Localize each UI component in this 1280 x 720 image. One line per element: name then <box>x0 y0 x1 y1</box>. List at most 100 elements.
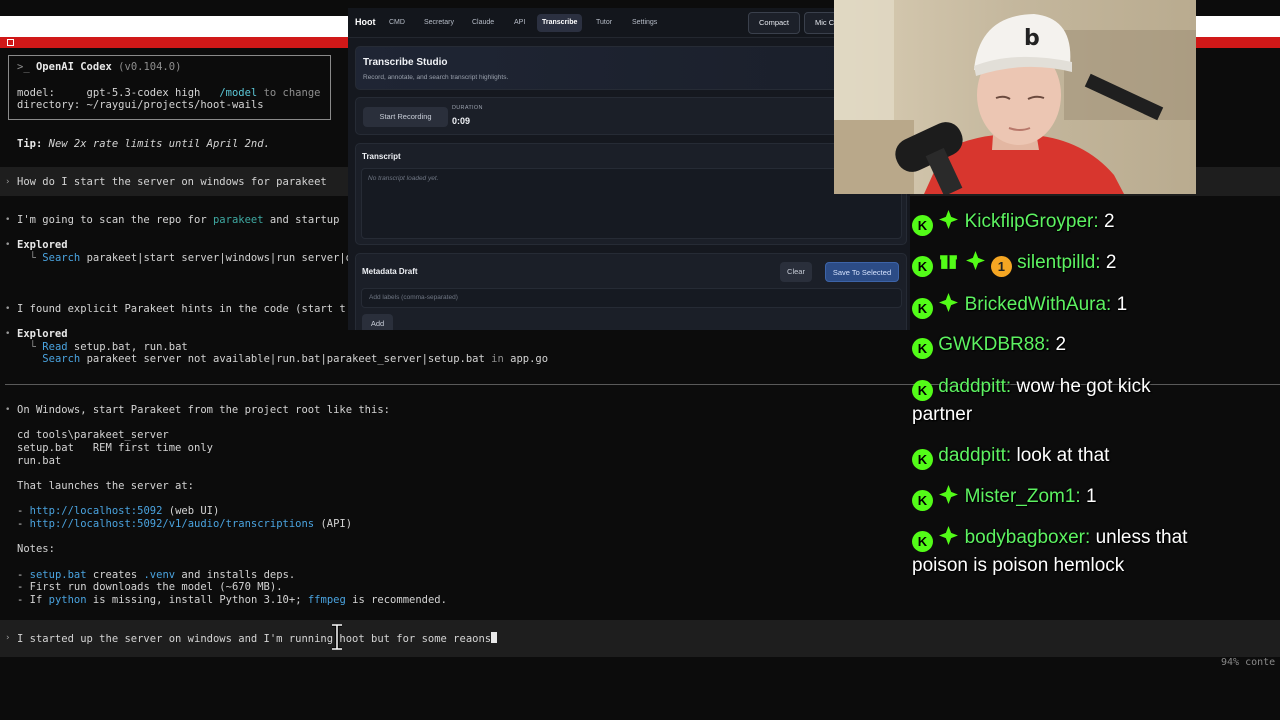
search-argument: parakeet server not available|run.bat|pa… <box>86 353 485 365</box>
bullet-icon: • <box>5 215 11 225</box>
web-ui-link[interactable]: http://localhost:5092 <box>30 505 163 517</box>
tab-settings[interactable]: Settings <box>627 14 662 32</box>
chat-text: 1 <box>1085 486 1097 507</box>
transcript-placeholder: No transcript loaded yet. <box>368 175 439 182</box>
note-1-file: setup.bat <box>29 569 87 581</box>
read-verb: Read <box>42 341 68 353</box>
answer-intro: On Windows, start Parakeet from the proj… <box>17 404 390 416</box>
codex-header-line: >_ OpenAI Codex (v0.104.0) <box>17 61 181 74</box>
url-line-1: - http://localhost:5092 (web UI) <box>17 505 220 517</box>
tab-secretary[interactable]: Secretary <box>419 14 459 32</box>
kick-badge-icon: K <box>912 490 933 511</box>
hoot-app-window[interactable]: Hoot CMD Secretary Claude API Transcribe… <box>348 8 910 330</box>
sparkle-badge-icon <box>939 210 959 229</box>
chat-message: K KickflipGroyper: 2 <box>912 208 1212 236</box>
compact-button[interactable]: Compact <box>748 12 801 34</box>
duration-label: DURATION <box>452 105 483 111</box>
webcam-feed: b <box>834 0 1196 194</box>
model-hint: to change <box>263 87 321 99</box>
save-to-selected-button[interactable]: Save To Selected <box>825 262 899 282</box>
url-line-2: - http://localhost:5092/v1/audio/transcr… <box>17 518 353 530</box>
tab-transcribe[interactable]: Transcribe <box>537 14 583 32</box>
chat-message: K Mister_Zom1: 1 <box>912 483 1212 511</box>
bullet-icon: • <box>5 240 11 250</box>
chat-username: BrickedWithAura: <box>964 294 1112 315</box>
stream-chat-overlay: K KickflipGroyper: 2 K 1 silentpilld: 2 … <box>906 196 1280 620</box>
composer-input-text[interactable]: I started up the server on windows and I… <box>17 633 491 645</box>
model-command: /model <box>219 87 258 99</box>
tab-cmd[interactable]: CMD <box>384 14 410 32</box>
app-version: (v0.104.0) <box>118 61 182 73</box>
window-icon <box>7 39 14 46</box>
start-recording-button[interactable]: Start Recording <box>363 107 448 127</box>
tab-claude[interactable]: Claude <box>467 14 499 32</box>
explored-search-2: Search parakeet server not available|run… <box>17 353 548 366</box>
note-1-rest: and installs deps. <box>181 569 296 581</box>
note-3-rest: is recommended. <box>352 594 447 606</box>
chat-message: K GWKDBR88: 2 <box>912 331 1212 359</box>
studio-subtitle: Record, annotate, and search transcript … <box>363 74 509 81</box>
kick-badge-icon: K <box>912 256 933 277</box>
kick-badge-icon: K <box>912 298 933 319</box>
explored-search-1: └ Search parakeet|start server|windows|r… <box>17 252 359 264</box>
metadata-card: Metadata Draft Clear Save To Selected Ad… <box>355 253 907 330</box>
studio-header-card: Transcribe Studio Record, annotate, and … <box>355 46 907 90</box>
answer-launch: That launches the server at: <box>17 480 195 492</box>
kick-badge-icon: K <box>912 531 933 552</box>
explored-title-1: Explored <box>17 239 68 251</box>
tab-api[interactable]: API <box>509 14 530 32</box>
gift-badge-icon <box>940 255 958 269</box>
explored-title-2: Explored <box>17 328 68 340</box>
transcript-title: Transcript <box>362 152 401 161</box>
note-2-text: First run downloads the model (~670 MB). <box>29 581 283 593</box>
chat-username: silentpilld: <box>1017 252 1101 273</box>
tip-label: Tip: <box>17 138 43 150</box>
duration-value: 0:09 <box>452 116 471 126</box>
transcript-area[interactable]: No transcript loaded yet. <box>361 168 902 239</box>
notes-label: Notes: <box>17 543 55 555</box>
tab-tutor[interactable]: Tutor <box>591 14 617 32</box>
model-label: model: <box>17 87 55 99</box>
code-line-2: setup.bat REM first time only <box>17 442 213 454</box>
directory-value: ~/raygui/projects/hoot-wails <box>86 99 264 111</box>
chat-text: 2 <box>1105 252 1117 273</box>
sparkle-badge-icon <box>939 485 959 504</box>
kick-badge-icon: K <box>912 338 933 359</box>
tip-text: New 2x rate limits until <box>48 138 201 150</box>
note-1-venv: .venv <box>143 569 176 581</box>
prompt-chevron-icon: › <box>5 633 11 643</box>
chat-username: GWKDBR88: <box>938 334 1051 355</box>
add-label-button[interactable]: Add <box>362 314 393 330</box>
tip-line: Tip: New 2x rate limits until April 2nd. <box>17 138 270 151</box>
reply-1-prefix: I'm going to scan the repo for <box>17 214 207 226</box>
note-3-if: If <box>29 594 43 606</box>
bullet-icon: • <box>5 405 11 415</box>
chat-username: bodybagboxer: <box>964 527 1091 548</box>
note-1-verb: creates <box>92 569 138 581</box>
note-3-install: is missing, install Python 3.10+; <box>92 594 302 606</box>
transcript-card: Transcript No transcript loaded yet. <box>355 143 907 245</box>
tip-date: April 2nd. <box>206 138 270 150</box>
search-verb: Search <box>42 252 81 264</box>
reply-1-suffix: and startup <box>269 214 340 226</box>
chat-username: Mister_Zom1: <box>964 486 1081 507</box>
kick-badge-icon: K <box>912 380 933 401</box>
prompt-chevron-icon: › <box>5 177 11 187</box>
clear-button[interactable]: Clear <box>780 262 812 282</box>
hoot-brand: Hoot <box>355 17 376 27</box>
prompt-icon: >_ <box>17 61 30 73</box>
chat-text: look at that <box>1016 445 1110 466</box>
code-line-3: run.bat <box>17 455 62 467</box>
chat-message: K 1 silentpilld: 2 <box>912 249 1212 277</box>
kick-badge-icon: K <box>912 449 933 470</box>
studio-title: Transcribe Studio <box>363 57 448 68</box>
model-value: gpt-5.3-codex high <box>86 87 201 99</box>
chat-message: K bodybagboxer: unless that poison is po… <box>912 524 1212 580</box>
app-name: OpenAI Codex <box>35 61 112 73</box>
url-2-note: (API) <box>320 518 353 530</box>
composer-input[interactable]: I started up the server on windows and I… <box>17 632 498 646</box>
labels-input[interactable]: Add labels (comma-separated) <box>361 288 902 308</box>
chat-message: K daddpitt: look at that <box>912 442 1212 470</box>
api-link[interactable]: http://localhost:5092/v1/audio/transcrip… <box>30 518 314 530</box>
kick-badge-icon: K <box>912 215 933 236</box>
